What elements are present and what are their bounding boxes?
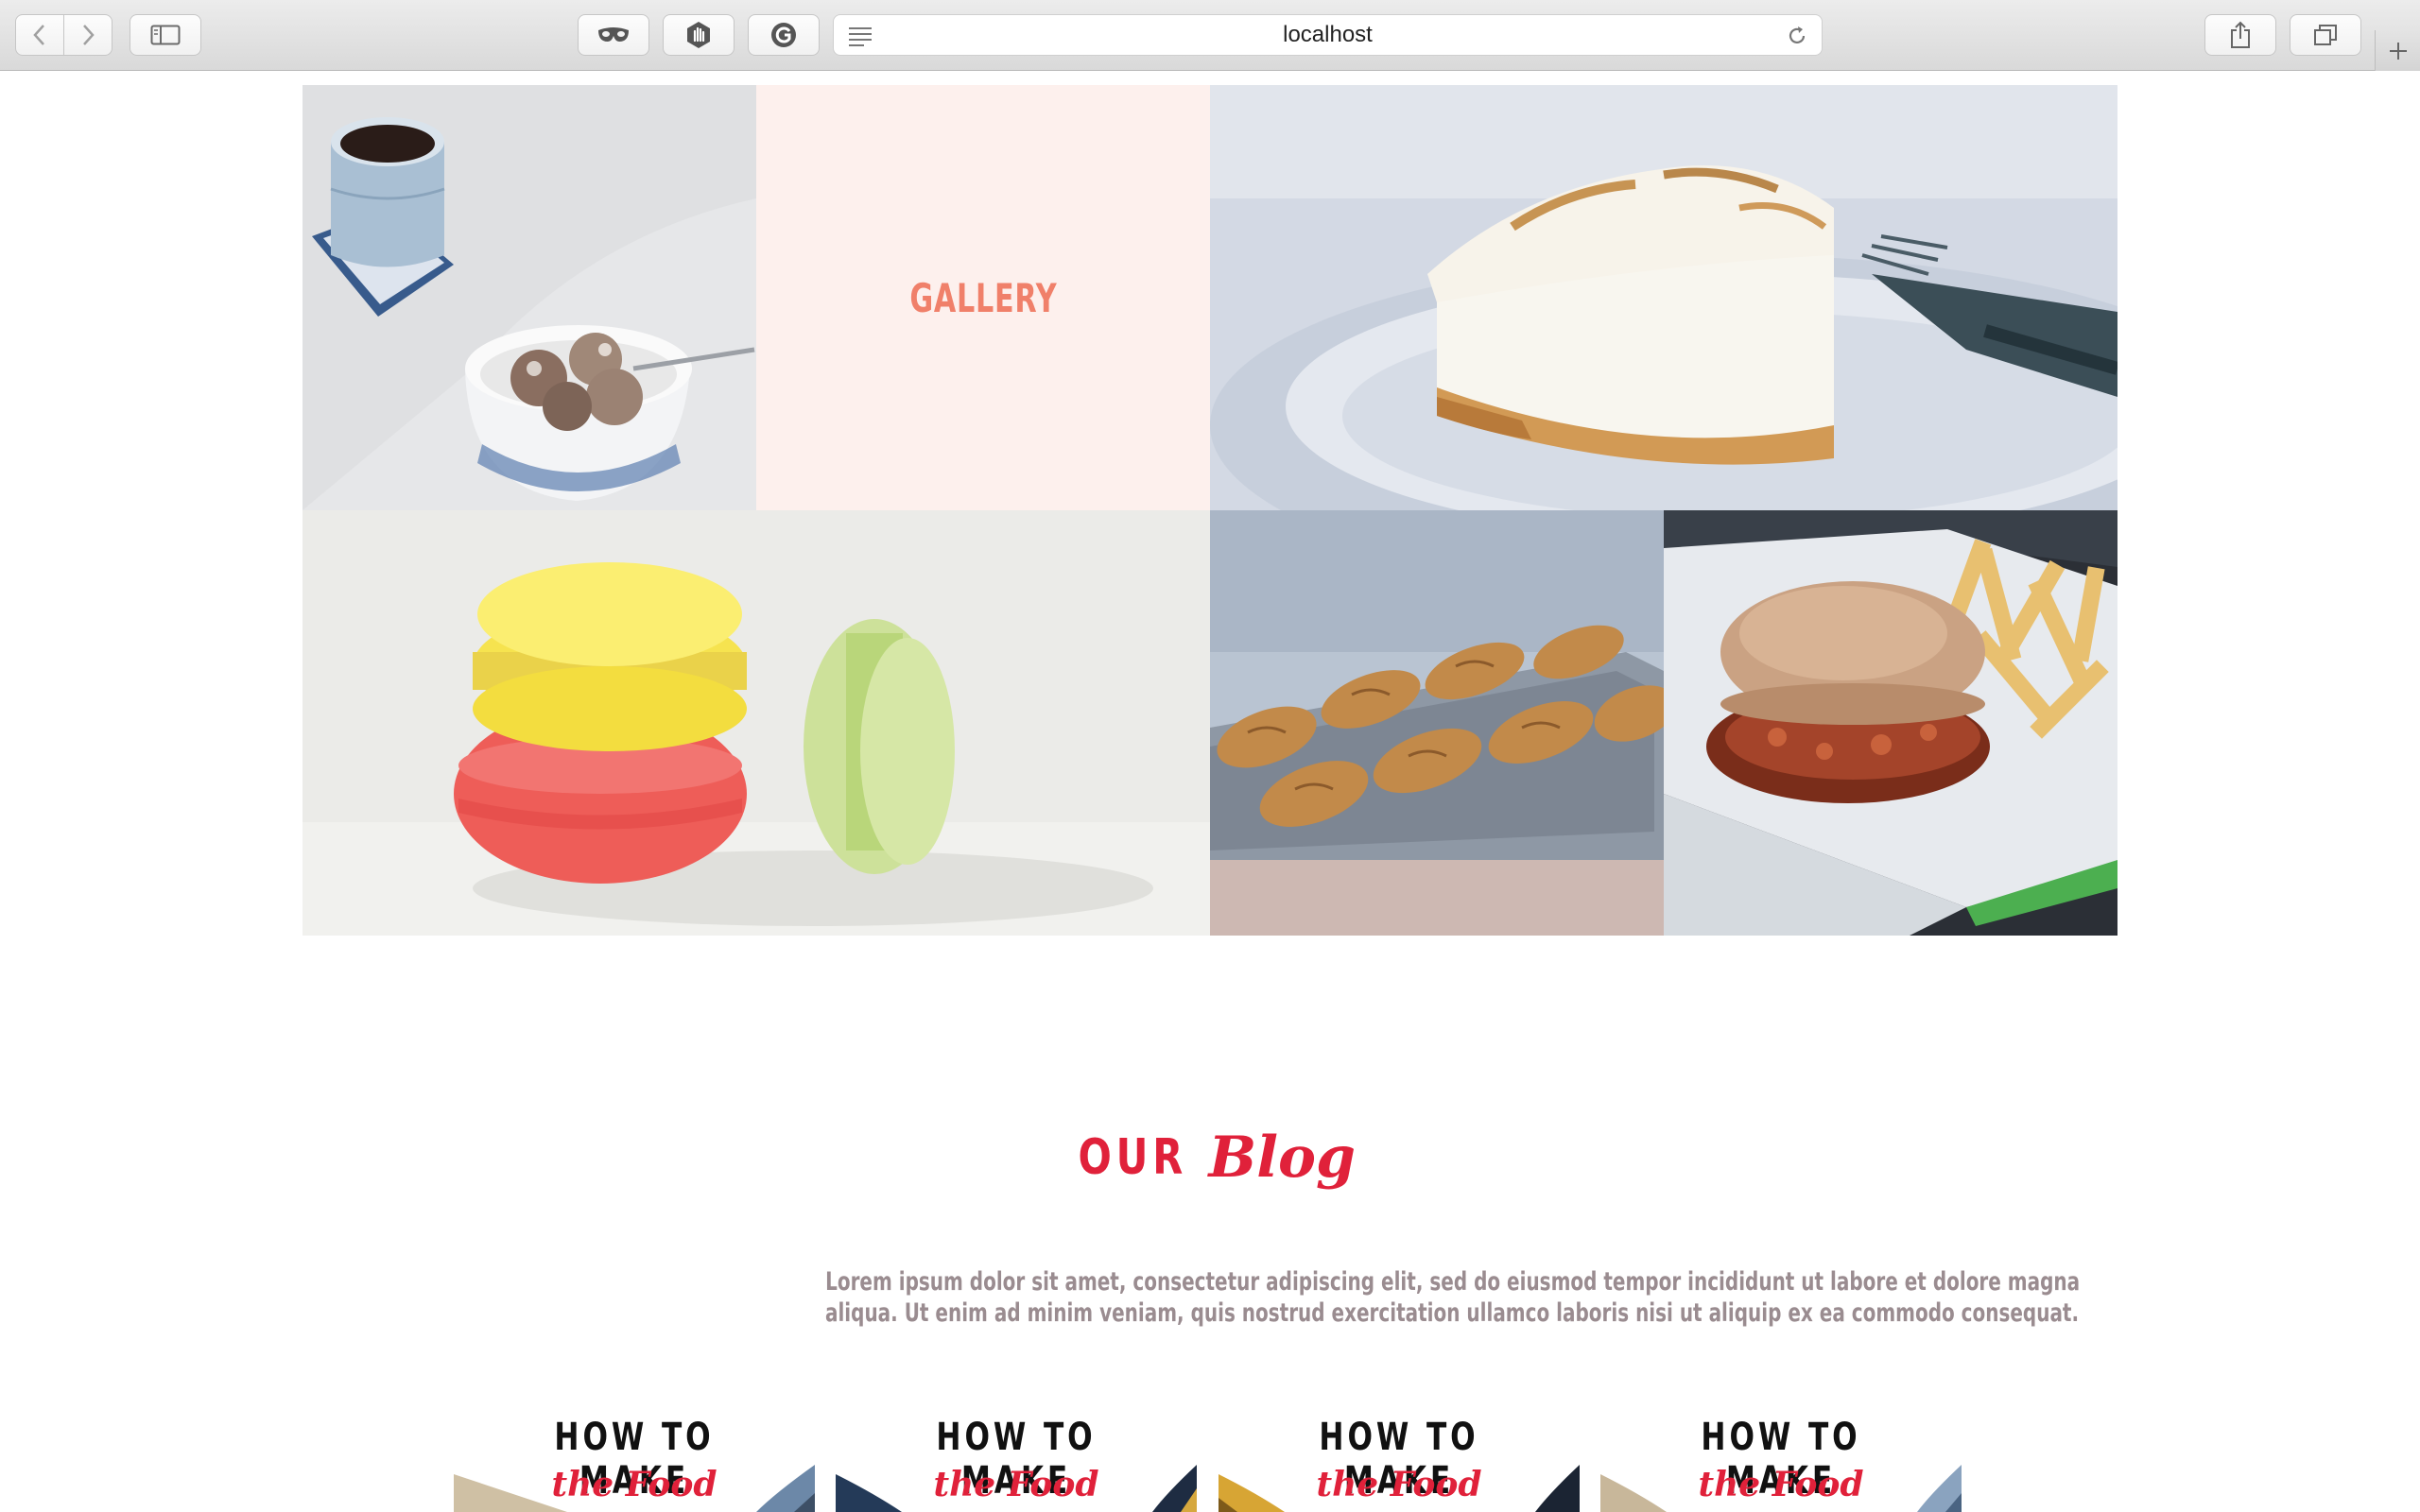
gallery-image-coffee-icecream[interactable] — [302, 85, 756, 510]
chevron-right-icon — [83, 25, 95, 45]
blog-card-subtitle: the Food — [933, 1465, 1099, 1504]
back-button[interactable] — [15, 14, 64, 56]
blog-card[interactable]: HOW TO MAKE the Food — [836, 1408, 1197, 1512]
chevron-left-icon — [33, 25, 44, 45]
sidebar-toggle-button[interactable] — [130, 14, 201, 56]
browser-toolbar: localhost — [0, 0, 2420, 71]
blog-heading: OUR Blog — [0, 1120, 2420, 1195]
new-tab-button[interactable] — [2375, 30, 2420, 71]
gallery-title: GALLERY — [909, 274, 1057, 321]
sidebar-icon — [150, 25, 181, 45]
blog-card[interactable]: HOW TO MAKE the Food — [1219, 1408, 1580, 1512]
gallery-image-croissants[interactable] — [1210, 510, 1664, 936]
gallery-image-burger-fries[interactable] — [1664, 510, 2118, 936]
blog-card[interactable]: HOW TO MAKE the Food — [454, 1408, 815, 1512]
blog-description-line-2: aliqua. Ut enim ad minim veniam, quis no… — [824, 1298, 2080, 1328]
gallery-image-lemon-pie[interactable] — [1210, 85, 2118, 510]
grammarly-icon — [771, 23, 796, 47]
url-text: localhost — [1283, 22, 1373, 47]
hand-icon — [687, 22, 710, 48]
plus-icon — [2389, 42, 2407, 60]
gallery-title-panel: GALLERY — [756, 85, 1210, 510]
address-bar[interactable]: localhost — [833, 14, 1823, 56]
extension-hand-button[interactable] — [663, 14, 735, 56]
share-icon — [2231, 21, 2250, 48]
forward-button[interactable] — [63, 14, 112, 56]
show-tabs-button[interactable] — [2290, 14, 2361, 56]
blog-card-subtitle: the Food — [1316, 1465, 1482, 1504]
blog-cards: HOW TO MAKE the Food HOW TO MAKE the Foo… — [454, 1408, 1966, 1512]
blog-heading-prefix: OUR — [1078, 1129, 1188, 1186]
extension-grammarly-button[interactable] — [748, 14, 820, 56]
blog-heading-script: Blog — [1208, 1125, 1356, 1191]
tabs-icon — [2314, 25, 2337, 45]
blog-card-subtitle: the Food — [1698, 1465, 1864, 1504]
blog-card[interactable]: HOW TO MAKE the Food — [1600, 1408, 1962, 1512]
blog-description-line-1: Lorem ipsum dolor sit amet, consectetur … — [825, 1267, 2081, 1297]
gallery-section: GALLERY — [302, 85, 2118, 936]
share-button[interactable] — [2204, 14, 2276, 56]
reload-icon[interactable] — [1786, 25, 1808, 47]
gallery-image-macarons[interactable] — [302, 510, 1210, 936]
mask-icon — [598, 27, 629, 42]
blog-description: Lorem ipsum dolor sit amet, consectetur … — [605, 1266, 2080, 1329]
blog-card-subtitle: the Food — [551, 1465, 717, 1504]
extension-mask-button[interactable] — [578, 14, 649, 56]
